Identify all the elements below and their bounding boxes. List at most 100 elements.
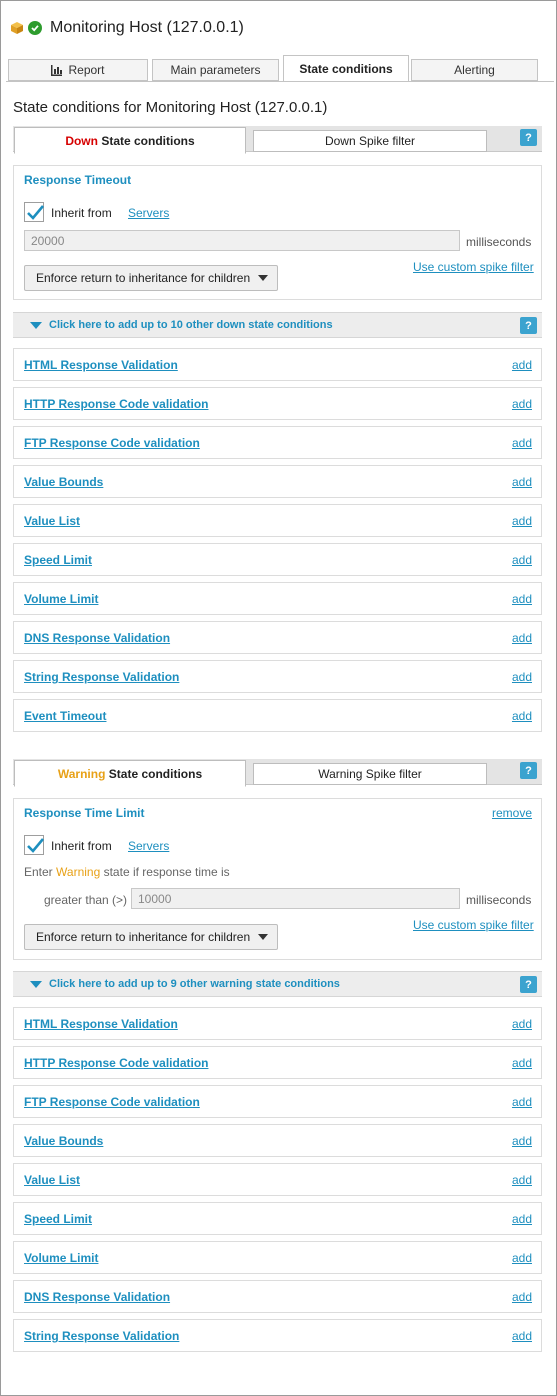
condition-name-link[interactable]: FTP Response Code validation (24, 436, 200, 450)
add-link[interactable]: add (512, 1056, 532, 1070)
condition-name-link[interactable]: Volume Limit (24, 592, 98, 606)
warning-subtab-bar: Warning State conditions Warning Spike f… (13, 759, 542, 787)
tab-warning-state-conditions[interactable]: Warning State conditions (14, 760, 246, 787)
add-link[interactable]: add (512, 1095, 532, 1109)
condition-row: FTP Response Code validation add (13, 1085, 542, 1118)
condition-name-link[interactable]: String Response Validation (24, 1329, 179, 1343)
add-link[interactable]: add (512, 670, 532, 684)
add-link[interactable]: add (512, 475, 532, 489)
condition-name-link[interactable]: String Response Validation (24, 670, 179, 684)
checkmark-icon (27, 838, 44, 853)
tab-warning-spike-filter[interactable]: Warning Spike filter (253, 763, 487, 785)
timeout-input[interactable]: 20000 (24, 230, 460, 251)
condition-name-link[interactable]: HTML Response Validation (24, 1017, 178, 1031)
add-warning-conditions-bar[interactable]: Click here to add up to 9 other warning … (13, 971, 542, 997)
custom-spike-filter-link[interactable]: Use custom spike filter (413, 260, 534, 274)
add-link[interactable]: add (512, 358, 532, 372)
condition-row: String Response Validation add (13, 1319, 542, 1352)
add-bar-label: Click here to add up to 9 other warning … (49, 978, 340, 990)
window-frame: Monitoring Host (127.0.0.1) Report Main … (0, 0, 557, 1396)
add-link[interactable]: add (512, 1017, 532, 1031)
tab-report[interactable]: Report (8, 59, 148, 81)
remove-link[interactable]: remove (492, 806, 532, 820)
help-icon[interactable]: ? (520, 976, 537, 993)
condition-name-link[interactable]: HTTP Response Code validation (24, 1056, 208, 1070)
check-circle-icon (28, 21, 42, 35)
add-link[interactable]: add (512, 1134, 532, 1148)
help-icon[interactable]: ? (520, 762, 537, 779)
tab-label: Warning Spike filter (318, 767, 422, 781)
condition-name-link[interactable]: FTP Response Code validation (24, 1095, 200, 1109)
condition-name-link[interactable]: Value Bounds (24, 1134, 103, 1148)
down-state-word: Down (65, 133, 98, 148)
add-link[interactable]: add (512, 1173, 532, 1187)
enter-state-text: Enter Warning state if response time is (24, 865, 230, 879)
condition-name-link[interactable]: DNS Response Validation (24, 631, 170, 645)
response-time-input[interactable]: 10000 (131, 888, 460, 909)
inherit-servers-link[interactable]: Servers (128, 206, 169, 220)
inherit-servers-link[interactable]: Servers (128, 839, 169, 853)
condition-row: HTTP Response Code validation add (13, 387, 542, 420)
inherit-checkbox[interactable] (24, 202, 44, 222)
enforce-inheritance-dropdown[interactable]: Enforce return to inheritance for childr… (24, 265, 278, 291)
add-link[interactable]: add (512, 709, 532, 723)
panel-title: Response Time Limit (24, 806, 145, 820)
tab-label: State conditions (97, 133, 195, 148)
condition-name-link[interactable]: HTML Response Validation (24, 358, 178, 372)
condition-row: Speed Limit add (13, 1202, 542, 1235)
condition-name-link[interactable]: Value Bounds (24, 475, 103, 489)
add-link[interactable]: add (512, 1290, 532, 1304)
warning-state-word: Warning (56, 865, 101, 879)
bar-chart-icon (51, 64, 63, 76)
add-link[interactable]: add (512, 514, 532, 528)
condition-name-link[interactable]: DNS Response Validation (24, 1290, 170, 1304)
tab-label: Report (68, 63, 105, 77)
add-link[interactable]: add (512, 1329, 532, 1343)
dropdown-label: Enforce return to inheritance for childr… (36, 930, 251, 944)
condition-name-link[interactable]: Event Timeout (24, 709, 106, 723)
compare-label: greater than (>) (44, 893, 128, 907)
add-down-conditions-bar[interactable]: Click here to add up to 10 other down st… (13, 312, 542, 338)
condition-name-link[interactable]: Value List (24, 1173, 80, 1187)
expand-triangle-icon (30, 981, 42, 988)
condition-name-link[interactable]: Speed Limit (24, 1212, 92, 1226)
help-icon[interactable]: ? (520, 317, 537, 334)
add-link[interactable]: add (512, 436, 532, 450)
panel-title: Response Timeout (24, 173, 132, 187)
tab-label: State conditions (105, 766, 203, 781)
add-link[interactable]: add (512, 631, 532, 645)
tab-main-parameters[interactable]: Main parameters (152, 59, 279, 81)
page-title: Monitoring Host (127.0.0.1) (50, 19, 244, 36)
add-link[interactable]: add (512, 397, 532, 411)
inherit-label: Inherit from (51, 839, 112, 853)
box-icon (11, 22, 23, 34)
condition-row: Volume Limit add (13, 582, 542, 615)
condition-name-link[interactable]: Speed Limit (24, 553, 92, 567)
add-link[interactable]: add (512, 553, 532, 567)
condition-name-link[interactable]: Value List (24, 514, 80, 528)
condition-row: Value List add (13, 1163, 542, 1196)
enforce-inheritance-dropdown[interactable]: Enforce return to inheritance for childr… (24, 924, 278, 950)
tab-alerting[interactable]: Alerting (411, 59, 538, 81)
tab-state-conditions[interactable]: State conditions (283, 55, 409, 82)
tab-down-spike-filter[interactable]: Down Spike filter (253, 130, 487, 152)
help-icon[interactable]: ? (520, 129, 537, 146)
down-subtab-bar: Down State conditions Down Spike filter … (13, 126, 542, 154)
condition-row: HTTP Response Code validation add (13, 1046, 542, 1079)
condition-row: Value List add (13, 504, 542, 537)
condition-name-link[interactable]: Volume Limit (24, 1251, 98, 1265)
condition-name-link[interactable]: HTTP Response Code validation (24, 397, 208, 411)
add-link[interactable]: add (512, 592, 532, 606)
custom-spike-filter-link[interactable]: Use custom spike filter (413, 918, 534, 932)
add-link[interactable]: add (512, 1212, 532, 1226)
add-link[interactable]: add (512, 1251, 532, 1265)
unit-label: milliseconds (466, 235, 532, 249)
chevron-down-icon (258, 275, 269, 281)
tab-down-state-conditions[interactable]: Down State conditions (14, 127, 246, 154)
text-part: Enter (24, 865, 57, 879)
tab-label: Main parameters (170, 63, 261, 77)
text-part: state if response time is (100, 865, 230, 879)
inherit-checkbox[interactable] (24, 835, 44, 855)
inherit-label: Inherit from (51, 206, 112, 220)
condition-row: Speed Limit add (13, 543, 542, 576)
